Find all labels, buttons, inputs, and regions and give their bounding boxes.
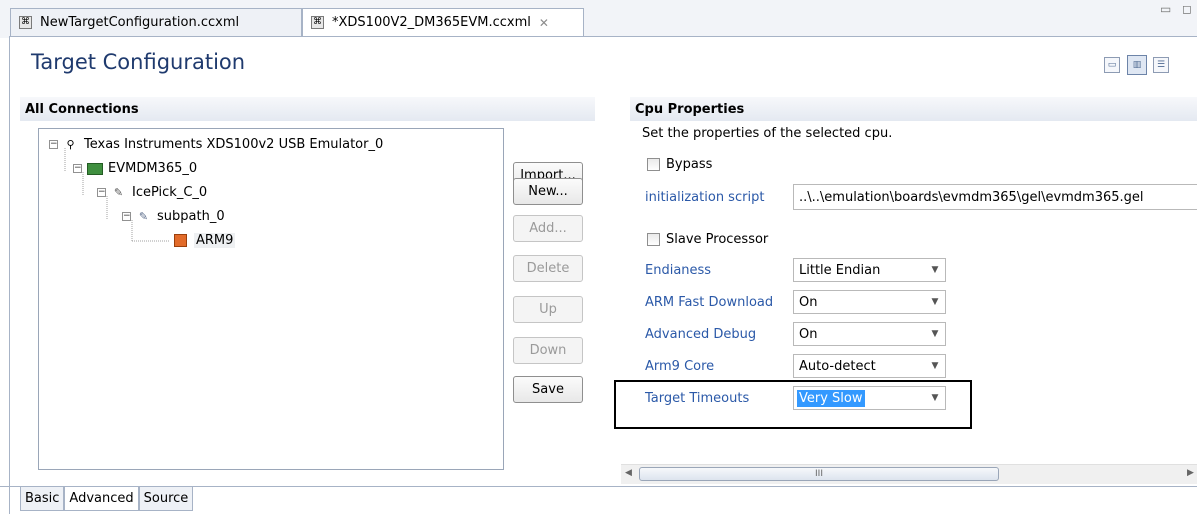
select-value: Auto-detect [799, 358, 876, 374]
slave-processor-checkbox[interactable]: Slave Processor [647, 232, 768, 247]
checkbox-label: Bypass [666, 157, 713, 172]
checkbox-box[interactable] [647, 158, 660, 171]
init-script-field[interactable]: ..\..\emulation\boards\evmdm365\gel\evmd… [793, 184, 1197, 210]
horizontal-layout-icon[interactable]: ☰ [1153, 57, 1169, 73]
chevron-down-icon[interactable]: ▼ [925, 393, 945, 403]
down-button: Down [513, 337, 583, 364]
tree-node-icepick[interactable]: − ✎ IcePick_C_0 [97, 185, 207, 200]
all-connections-header: All Connections [20, 97, 595, 121]
tab-advanced[interactable]: Advanced [64, 487, 139, 511]
ccxml-file-icon: ⌘ [311, 16, 324, 29]
tab-xds100v2-dm365evm[interactable]: ⌘ *XDS100V2_DM365EVM.ccxml ✕ [302, 8, 584, 36]
tab-label: NewTargetConfiguration.ccxml [40, 15, 240, 30]
advanced-debug-select[interactable]: On ▼ [793, 322, 946, 346]
tab-basic[interactable]: Basic [20, 487, 65, 511]
board-icon [86, 162, 103, 176]
tree-node-label: subpath_0 [157, 209, 225, 224]
cpu-properties-description: Set the properties of the selected cpu. [642, 126, 893, 141]
ccxml-file-icon: ⌘ [19, 16, 32, 29]
tab-source[interactable]: Source [138, 487, 194, 511]
select-value: Very Slow [794, 389, 925, 407]
collapse-icon[interactable]: − [49, 140, 58, 149]
new-button[interactable]: New... [513, 178, 583, 205]
collapse-icon[interactable]: − [122, 212, 131, 221]
emulator-icon: ⚲ [66, 138, 75, 151]
select-value: On [799, 294, 818, 310]
minimize-icon[interactable]: ▭ [1160, 2, 1171, 16]
tab-label: *XDS100V2_DM365EVM.ccxml [332, 15, 531, 30]
router-icon: ✎ [113, 186, 124, 199]
add-button: Add... [513, 215, 583, 242]
chevron-down-icon[interactable]: ▼ [925, 329, 945, 339]
advanced-debug-label: Advanced Debug [645, 327, 757, 342]
tab-new-target-configuration[interactable]: ⌘ NewTargetConfiguration.ccxml [10, 8, 302, 36]
arm9-core-select[interactable]: Auto-detect ▼ [793, 354, 946, 378]
close-tab-icon[interactable]: ✕ [539, 16, 549, 30]
select-value: On [799, 326, 818, 342]
tree-node-label: EVMDM365_0 [108, 161, 198, 176]
arm-fast-download-select[interactable]: On ▼ [793, 290, 946, 314]
scroll-left-icon[interactable]: ◀ [625, 468, 632, 478]
tree-node-subpath[interactable]: − ✎ subpath_0 [122, 209, 225, 224]
tree-node-label: IcePick_C_0 [132, 185, 208, 200]
checkbox-box[interactable] [647, 233, 660, 246]
arm9-core-label: Arm9 Core [645, 359, 715, 374]
tree-node-emulator[interactable]: − ⚲ Texas Instruments XDS100v2 USB Emula… [49, 137, 383, 152]
cpu-icon [172, 234, 189, 248]
scroll-right-icon[interactable]: ▶ [1187, 468, 1194, 478]
select-value: Little Endian [799, 262, 881, 278]
horizontal-scrollbar[interactable]: ◀ III ▶ [621, 464, 1197, 484]
tree-node-board[interactable]: − EVMDM365_0 [73, 161, 197, 176]
tree-node-label: ARM9 [194, 233, 236, 248]
selected-text: Very Slow [797, 389, 865, 407]
connections-tree[interactable]: − ⚲ Texas Instruments XDS100v2 USB Emula… [38, 128, 504, 470]
vertical-layout-icon[interactable]: ▥ [1127, 55, 1147, 75]
cpu-properties-header: Cpu Properties [630, 97, 1197, 121]
arm-fast-download-label: ARM Fast Download [645, 295, 774, 310]
target-timeouts-select[interactable]: Very Slow ▼ [793, 386, 946, 410]
bottom-tab-bar: Basic Advanced Source [20, 487, 194, 513]
chevron-down-icon[interactable]: ▼ [925, 265, 945, 275]
collapse-layout-icon[interactable]: ▭ [1104, 57, 1120, 73]
scrollbar-thumb[interactable]: III [639, 467, 999, 481]
collapse-icon[interactable]: − [73, 164, 82, 173]
chevron-down-icon[interactable]: ▼ [925, 361, 945, 371]
target-timeouts-label: Target Timeouts [645, 391, 750, 406]
bypass-checkbox[interactable]: Bypass [647, 157, 712, 172]
endianess-select[interactable]: Little Endian ▼ [793, 258, 946, 282]
collapse-icon[interactable]: − [97, 188, 106, 197]
save-button[interactable]: Save [513, 376, 583, 403]
tree-node-label: Texas Instruments XDS100v2 USB Emulator_… [84, 137, 384, 152]
delete-button: Delete [513, 255, 583, 282]
subpath-icon: ✎ [138, 210, 149, 223]
tree-node-arm9[interactable]: ARM9 [172, 233, 236, 248]
maximize-icon[interactable]: ◻ [1182, 2, 1192, 16]
endianess-label: Endianess [645, 263, 712, 278]
init-script-label: initialization script [645, 190, 765, 205]
chevron-down-icon[interactable]: ▼ [925, 297, 945, 307]
page-title: Target Configuration [31, 50, 246, 74]
up-button: Up [513, 296, 583, 323]
checkbox-label: Slave Processor [666, 232, 769, 247]
